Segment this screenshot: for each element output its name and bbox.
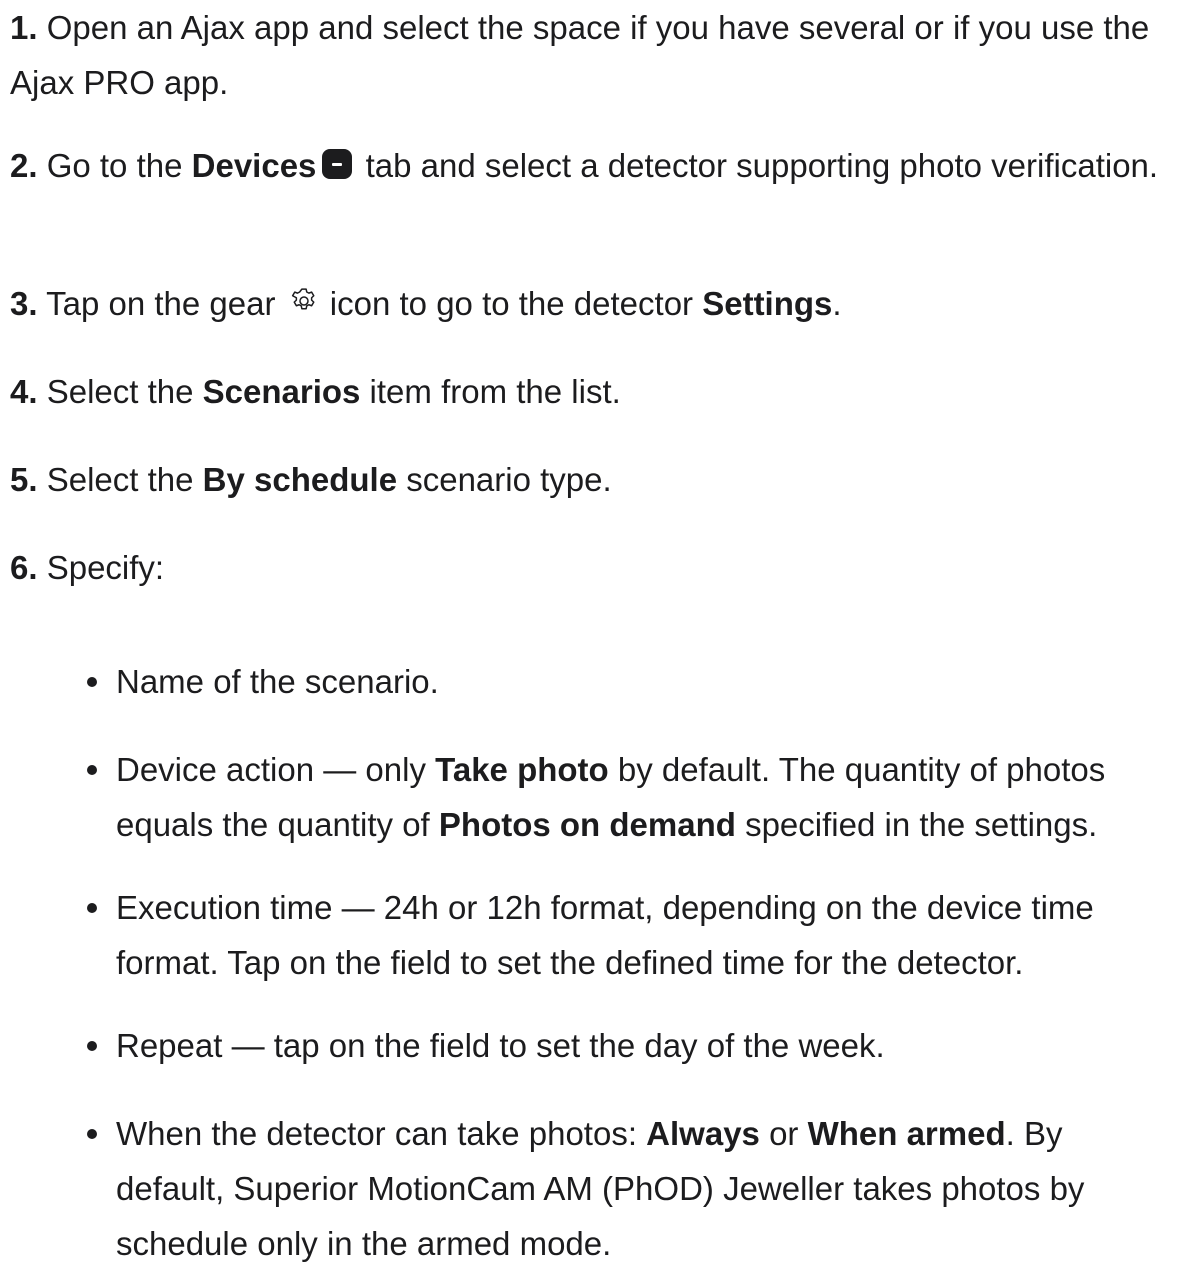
step-text-post: . [832, 285, 842, 322]
list-item-pre: When the detector can take photos: [116, 1115, 647, 1152]
step-1: 1. Open an Ajax app and select the space… [10, 0, 1175, 110]
list-item: Device action — only Take photo by defau… [87, 742, 1178, 852]
step-text-post: item from the list. [360, 373, 621, 410]
always-label: Always [646, 1115, 760, 1152]
list-item-post: specified in the settings. [735, 806, 1098, 843]
step-text-pre: Select the [46, 373, 203, 410]
bullet-dot [87, 677, 97, 687]
step-4: 4. Select the Scenarios item from the li… [10, 364, 1175, 419]
list-item-text: Repeat — tap on the field to set the day… [116, 1027, 885, 1064]
step-text: Specify: [46, 549, 165, 586]
list-item-text: Execution time — 24h or 12h format, depe… [116, 889, 1094, 981]
list-item: Execution time — 24h or 12h format, depe… [87, 880, 1178, 990]
step-text-pre: Tap on the gear [46, 285, 285, 322]
step-number: 3. [10, 285, 38, 322]
bullet-dot [87, 765, 97, 775]
step-number: 6. [10, 549, 38, 586]
devices-label: Devices [191, 147, 317, 184]
list-item-pre: Device action — only [116, 751, 436, 788]
list-item-text: Name of the scenario. [116, 663, 439, 700]
scenarios-label: Scenarios [202, 373, 361, 410]
step-3: 3. Tap on the gear icon to go to the det… [10, 276, 1175, 331]
bullet-dot [87, 1129, 97, 1139]
bullet-dot [87, 1041, 97, 1051]
list-item: Repeat — tap on the field to set the day… [87, 1018, 1178, 1073]
step-2: 2. Go to the Devices tab and select a de… [10, 138, 1175, 193]
by-schedule-label: By schedule [202, 461, 398, 498]
step-number: 1. [10, 9, 38, 46]
step-text: Open an Ajax app and select the space if… [10, 9, 1150, 101]
step-number: 5. [10, 461, 38, 498]
settings-label: Settings [702, 285, 833, 322]
step-text-pre: Select the [46, 461, 203, 498]
when-armed-label: When armed [807, 1115, 1006, 1152]
list-item: When the detector can take photos: Alway… [87, 1106, 1178, 1271]
step-text-mid: icon to go to the detector [320, 285, 703, 322]
step-text-post: tab and select a detector supporting pho… [356, 147, 1159, 184]
list-item: Name of the scenario. [87, 654, 1178, 709]
take-photo-label: Take photo [435, 751, 609, 788]
bullet-dot [87, 903, 97, 913]
step-text-pre: Go to the [46, 147, 192, 184]
devices-icon [322, 149, 353, 179]
step-number: 4. [10, 373, 38, 410]
step-text-post: scenario type. [397, 461, 612, 498]
step-number: 2. [10, 147, 38, 184]
step-5: 5. Select the By schedule scenario type. [10, 452, 1175, 507]
list-item-mid: or [759, 1115, 808, 1152]
photos-on-demand-label: Photos on demand [438, 806, 736, 843]
gear-icon [289, 286, 319, 316]
step-6: 6. Specify: [10, 540, 1175, 595]
